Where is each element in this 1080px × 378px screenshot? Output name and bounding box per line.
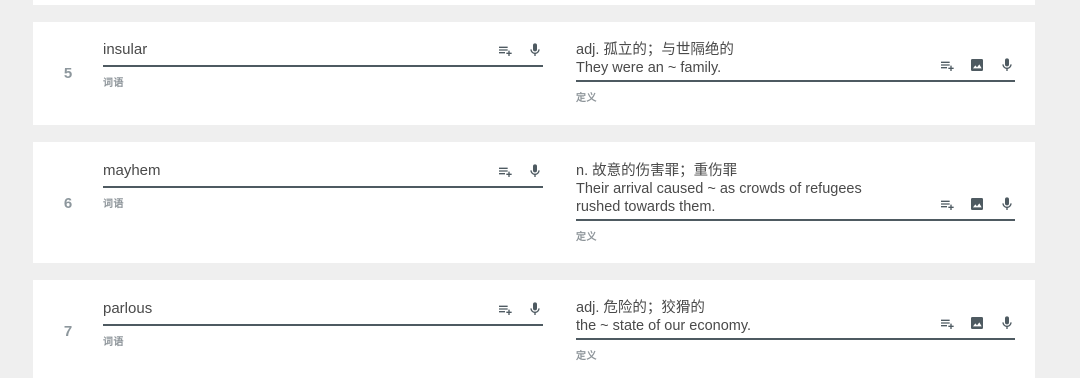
definition-column: adj. 孤立的；与世隔绝的 They were an ~ family. 定义 [576,41,1015,104]
definition-column: adj. 危险的；狡猾的 the ~ state of our economy.… [576,299,1015,362]
definition-example: the ~ state of our economy. [576,318,752,334]
definition-column: n. 故意的伤害罪；重伤罪 Their arrival caused ~ as … [576,162,1015,243]
term-field[interactable]: parlous [103,299,543,326]
image-icon[interactable] [969,315,985,331]
term-column: insular 词语 [103,40,543,89]
image-icon[interactable] [969,57,985,73]
image-icon[interactable] [969,196,985,212]
microphone-icon[interactable] [999,315,1015,331]
definition-field[interactable]: n. 故意的伤害罪；重伤罪 Their arrival caused ~ as … [576,162,1015,221]
term-input[interactable]: parlous [103,299,543,324]
term-label: 词语 [103,337,124,348]
definition-meaning: n. 故意的伤害罪；重伤罪 [576,163,738,179]
term-label: 词语 [103,78,124,89]
term-tools [497,301,543,317]
card-previous [33,0,1035,5]
definition-meaning: adj. 孤立的；与世隔绝的 [576,42,734,58]
definition-example: Their arrival caused ~ as crowds of refu… [576,181,862,215]
microphone-icon[interactable] [999,196,1015,212]
term-card-5: 5 insular 词语 adj. 孤立的；与世隔绝的 They were an… [33,22,1035,125]
term-input[interactable]: mayhem [103,161,543,186]
playlist-add-icon[interactable] [497,42,513,58]
definition-field[interactable]: adj. 危险的；狡猾的 the ~ state of our economy. [576,299,1015,340]
term-field[interactable]: mayhem [103,161,543,188]
term-input[interactable]: insular [103,40,543,65]
definition-label: 定义 [576,93,597,104]
microphone-icon[interactable] [527,301,543,317]
playlist-add-icon[interactable] [939,57,955,73]
term-tools [497,42,543,58]
definition-tools [939,196,1015,212]
term-column: mayhem 词语 [103,161,543,210]
playlist-add-icon[interactable] [497,163,513,179]
term-tools [497,163,543,179]
card-number: 5 [63,65,73,82]
definition-field[interactable]: adj. 孤立的；与世隔绝的 They were an ~ family. [576,41,1015,82]
definition-tools [939,315,1015,331]
definition-label: 定义 [576,232,597,243]
card-number: 6 [63,195,73,212]
term-card-6: 6 mayhem 词语 n. 故意的伤害罪；重伤罪 Their arrival … [33,142,1035,263]
playlist-add-icon[interactable] [939,196,955,212]
definition-meaning: adj. 危险的；狡猾的 [576,300,705,316]
term-card-7: 7 parlous 词语 adj. 危险的；狡猾的 the ~ state of… [33,280,1035,378]
term-field[interactable]: insular [103,40,543,67]
term-label: 词语 [103,199,124,210]
microphone-icon[interactable] [999,57,1015,73]
microphone-icon[interactable] [527,42,543,58]
card-number: 7 [63,323,73,340]
definition-tools [939,57,1015,73]
term-column: parlous 词语 [103,299,543,348]
playlist-add-icon[interactable] [939,315,955,331]
microphone-icon[interactable] [527,163,543,179]
playlist-add-icon[interactable] [497,301,513,317]
definition-example: They were an ~ family. [576,60,722,76]
definition-label: 定义 [576,351,597,362]
